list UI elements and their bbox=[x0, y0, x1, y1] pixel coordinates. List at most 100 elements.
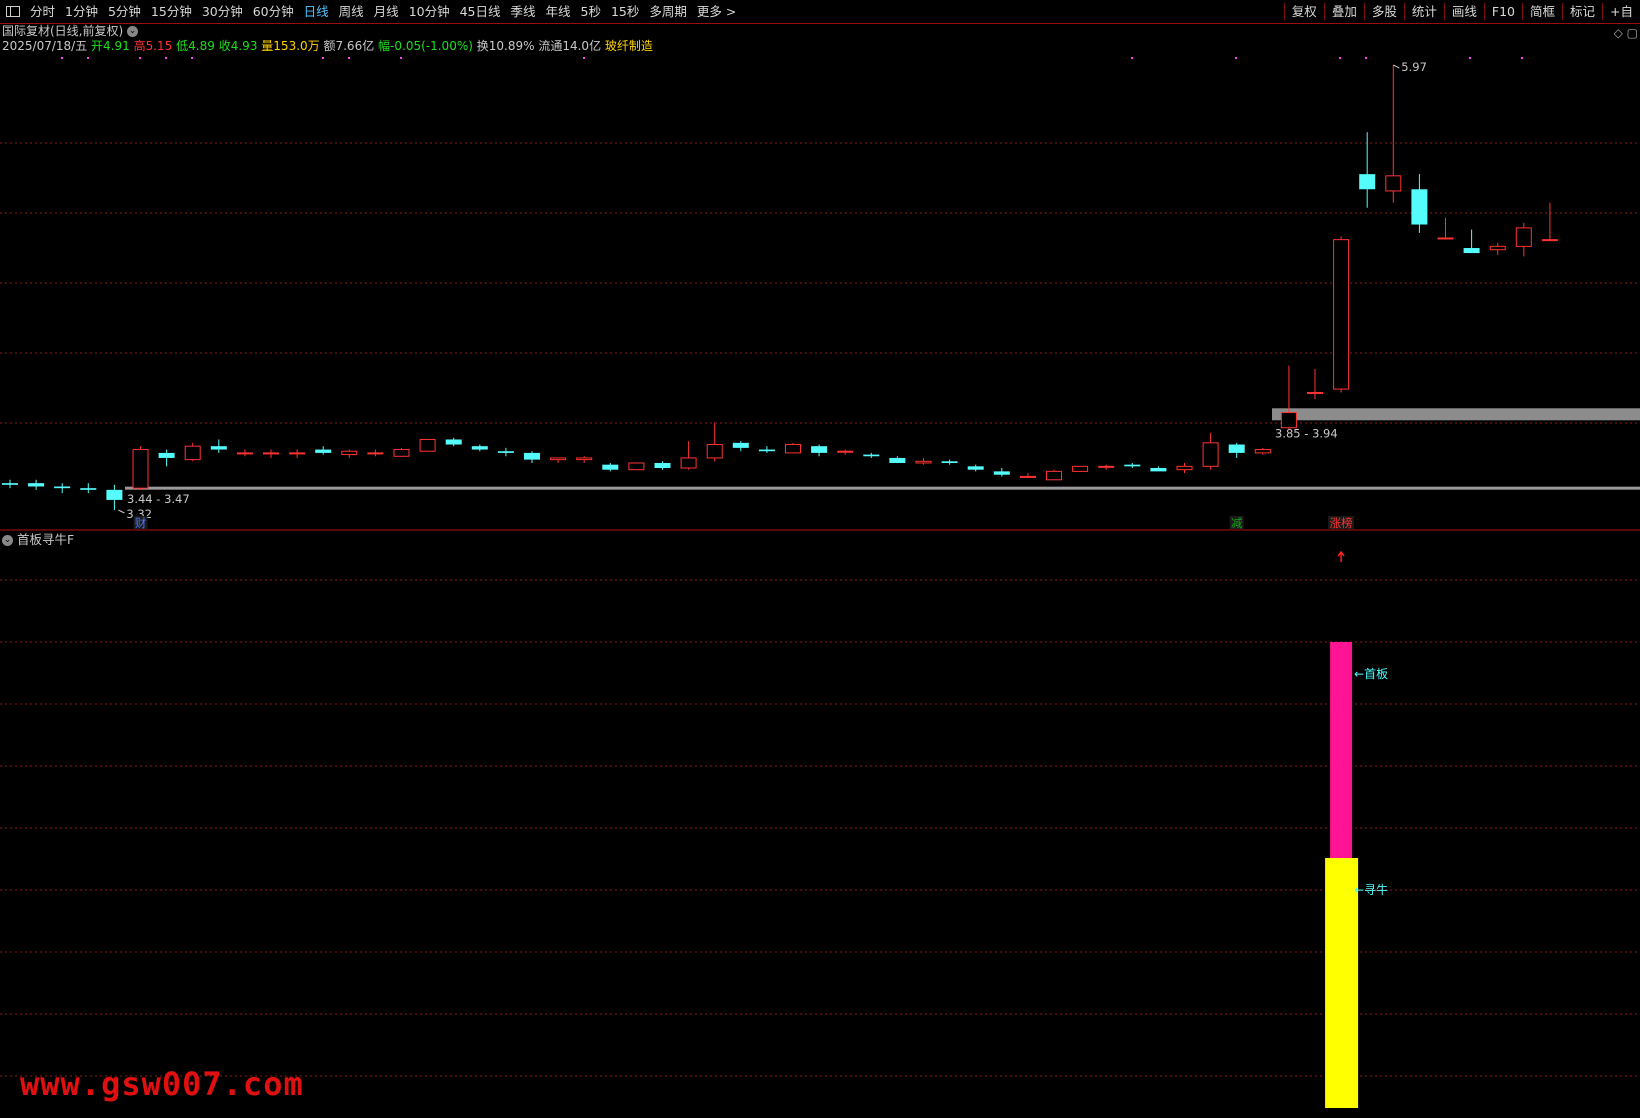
event-marker: 减 bbox=[1229, 516, 1244, 530]
candle-body bbox=[576, 457, 593, 461]
candle-body bbox=[2, 483, 18, 485]
candle bbox=[732, 441, 749, 452]
kline-chart[interactable]: 3.44 - 3.473.85 - 3.945.973.32财减涨榜←首板←寻牛 bbox=[0, 48, 1640, 1118]
tab-period-7[interactable]: 周线 bbox=[334, 0, 369, 23]
candle-body bbox=[236, 452, 253, 455]
candle-body bbox=[1072, 465, 1089, 472]
toolbar-button-2[interactable]: 多股 bbox=[1365, 0, 1404, 23]
candle bbox=[993, 468, 1010, 477]
candle bbox=[889, 456, 906, 463]
stock-title: 国际复材(日线,前复权) bbox=[2, 24, 124, 38]
toolbar-button-6[interactable]: 简框 bbox=[1523, 0, 1562, 23]
candle bbox=[1150, 466, 1167, 472]
indicator-title: 首板寻牛F bbox=[16, 532, 75, 547]
marker-dot bbox=[61, 57, 63, 59]
tab-period-12[interactable]: 年线 bbox=[541, 0, 576, 23]
toolbar-button-7[interactable]: 标记 bbox=[1563, 0, 1602, 23]
candle-body bbox=[1515, 227, 1532, 247]
candle-body bbox=[602, 464, 619, 470]
chevron-down-icon[interactable]: ⌄ bbox=[127, 26, 139, 37]
candle bbox=[367, 449, 384, 457]
candle-body bbox=[1489, 245, 1506, 251]
support-zone-low bbox=[125, 486, 1640, 490]
candle bbox=[680, 441, 697, 470]
tab-period-6[interactable]: 日线 bbox=[299, 0, 334, 23]
tab-period-4[interactable]: 30分钟 bbox=[197, 0, 248, 23]
candle-body bbox=[785, 444, 801, 454]
candle-body bbox=[367, 452, 384, 455]
toolbar-button-8[interactable]: +自 bbox=[1603, 0, 1640, 23]
event-marker-label: 财 bbox=[135, 516, 147, 530]
support-zone-label: 3.44 - 3.47 bbox=[127, 492, 190, 506]
tab-period-9[interactable]: 10分钟 bbox=[404, 0, 455, 23]
period-toolbar: 分时 1分钟 5分钟 15分钟 30分钟 60分钟 日线 周线 月线 10分钟 45日线 季线 年线 5秒… bbox=[0, 0, 1640, 24]
candle bbox=[210, 439, 227, 453]
tab-period-1[interactable]: 1分钟 bbox=[60, 0, 103, 23]
candle-body bbox=[967, 466, 984, 470]
candle bbox=[158, 449, 175, 467]
tab-period-3[interactable]: 15分钟 bbox=[146, 0, 197, 23]
candle-body bbox=[1280, 412, 1297, 429]
candle-body bbox=[341, 450, 358, 456]
candle-body bbox=[1150, 468, 1167, 472]
candle bbox=[706, 422, 723, 462]
candle-body bbox=[263, 452, 279, 455]
candle bbox=[393, 447, 410, 457]
candle-body bbox=[132, 449, 149, 489]
resistance-zone-label: 3.85 - 3.94 bbox=[1275, 426, 1338, 440]
candle-body bbox=[758, 449, 775, 452]
candle bbox=[785, 442, 801, 454]
candle-body bbox=[54, 486, 71, 489]
marker-dot bbox=[583, 57, 585, 59]
toolbar-button-5[interactable]: F10 bbox=[1485, 0, 1522, 23]
tab-period-14[interactable]: 15秒 bbox=[606, 0, 644, 23]
indicator-header: ⌄ 首板寻牛F bbox=[2, 529, 74, 548]
candle bbox=[1202, 432, 1219, 470]
candle-body bbox=[1124, 464, 1141, 467]
marker-dot bbox=[1131, 57, 1133, 59]
candle bbox=[628, 462, 645, 471]
candle bbox=[863, 452, 880, 458]
tab-period-16[interactable]: 更多 > bbox=[692, 0, 741, 23]
event-marker-label: 减 bbox=[1231, 516, 1243, 530]
marker-dot bbox=[1235, 57, 1237, 59]
tab-period-15[interactable]: 多周期 bbox=[644, 0, 692, 23]
right-icons: ◇ ▢ bbox=[1614, 26, 1638, 40]
toolbar-button-0[interactable]: 复权 bbox=[1285, 0, 1324, 23]
square-icon[interactable]: ▢ bbox=[1627, 26, 1638, 40]
candle-body bbox=[1176, 465, 1193, 471]
candle-body bbox=[1098, 465, 1115, 468]
tab-period-8[interactable]: 月线 bbox=[369, 0, 404, 23]
marker-dot bbox=[1469, 57, 1471, 59]
tab-period-2[interactable]: 5分钟 bbox=[103, 0, 146, 23]
candle-body bbox=[680, 457, 697, 469]
candle bbox=[941, 459, 958, 465]
toolbar-button-1[interactable]: 叠加 bbox=[1325, 0, 1364, 23]
candle bbox=[1019, 473, 1036, 479]
candle-body bbox=[628, 462, 645, 471]
candle bbox=[811, 444, 828, 457]
candle bbox=[341, 449, 358, 458]
candle bbox=[1124, 462, 1141, 469]
candle-body bbox=[289, 452, 306, 455]
candle bbox=[1072, 465, 1089, 472]
candle bbox=[1254, 447, 1271, 455]
candle bbox=[967, 464, 984, 472]
toolbar-button-4[interactable]: 画线 bbox=[1445, 0, 1484, 23]
price-high-label: 5.97 bbox=[1401, 60, 1427, 74]
diamond-icon[interactable]: ◇ bbox=[1614, 26, 1623, 40]
candle-body bbox=[80, 488, 97, 490]
tab-period-13[interactable]: 5秒 bbox=[576, 0, 606, 23]
menu-icon[interactable] bbox=[6, 6, 20, 17]
candle-body bbox=[732, 442, 749, 448]
tab-period-10[interactable]: 45日线 bbox=[455, 0, 506, 23]
tab-period-5[interactable]: 60分钟 bbox=[248, 0, 299, 23]
chevron-down-icon[interactable]: ⌄ bbox=[2, 535, 13, 546]
candle bbox=[1333, 236, 1350, 393]
candle bbox=[1307, 368, 1323, 400]
candle-body bbox=[1019, 475, 1036, 478]
tab-period-11[interactable]: 季线 bbox=[506, 0, 541, 23]
toolbar-button-3[interactable]: 统计 bbox=[1405, 0, 1444, 23]
candle-body bbox=[654, 462, 671, 469]
tab-period-0[interactable]: 分时 bbox=[25, 0, 60, 23]
